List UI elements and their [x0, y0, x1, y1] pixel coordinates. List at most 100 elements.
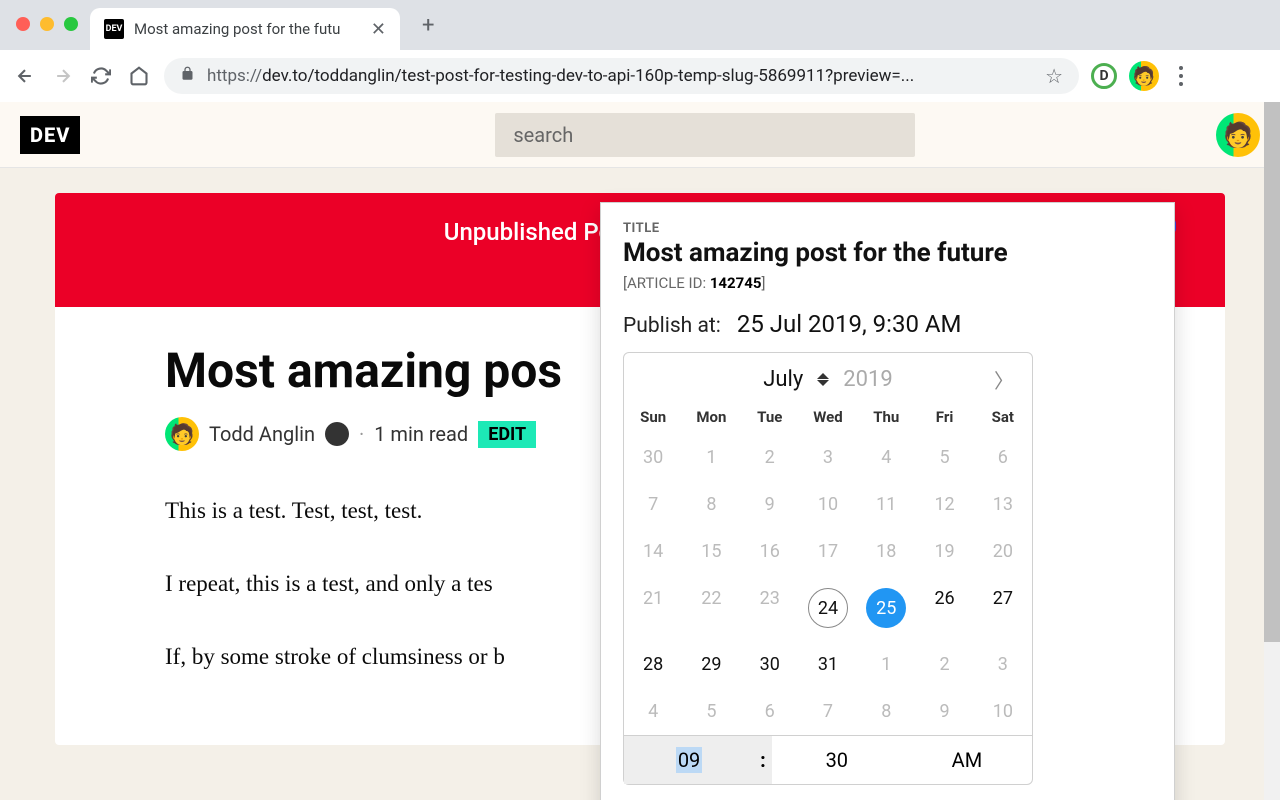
search-input[interactable]: search	[495, 113, 915, 157]
calendar-day[interactable]: 2	[741, 434, 799, 481]
calendar-day[interactable]: 29	[682, 641, 740, 688]
calendar-day[interactable]: 19	[915, 528, 973, 575]
extension-icon[interactable]: D	[1091, 63, 1117, 89]
calendar-day[interactable]: 1	[857, 641, 915, 688]
forward-button[interactable]	[50, 63, 76, 89]
dev-logo[interactable]: DEV	[20, 116, 80, 154]
calendar-dow: Sat	[974, 400, 1032, 434]
calendar-day[interactable]: 10	[799, 481, 857, 528]
calendar-day[interactable]: 24	[799, 575, 857, 641]
reload-button[interactable]	[88, 63, 114, 89]
calendar-day[interactable]: 15	[682, 528, 740, 575]
address-bar[interactable]: https://dev.to/toddanglin/test-post-for-…	[164, 58, 1079, 94]
calendar-day[interactable]: 4	[624, 688, 682, 735]
calendar-header: July 2019 〉	[624, 353, 1032, 400]
calendar-dow: Fri	[915, 400, 973, 434]
popup-title-label: TITLE	[623, 221, 1152, 236]
calendar-day[interactable]: 5	[682, 688, 740, 735]
calendar-day[interactable]: 11	[857, 481, 915, 528]
site-header: DEV search 🧑	[0, 102, 1280, 168]
calendar-dow: Mon	[682, 400, 740, 434]
time-picker: 09 : 30 AM	[624, 735, 1032, 784]
browser-menu-button[interactable]	[1171, 66, 1191, 86]
calendar-day[interactable]: 26	[915, 575, 973, 641]
calendar-day[interactable]: 16	[741, 528, 799, 575]
popup-title: Most amazing post for the future	[623, 238, 1152, 268]
calendar-day[interactable]: 18	[857, 528, 915, 575]
calendar-day[interactable]: 31	[799, 641, 857, 688]
calendar-day[interactable]: 9	[915, 688, 973, 735]
minimize-window-button[interactable]	[40, 17, 54, 31]
calendar-day[interactable]: 21	[624, 575, 682, 641]
calendar-day[interactable]: 2	[915, 641, 973, 688]
calendar-month[interactable]: July	[763, 367, 803, 392]
calendar-day[interactable]: 4	[857, 434, 915, 481]
calendar-day[interactable]: 3	[974, 641, 1032, 688]
browser-tab[interactable]: DEV Most amazing post for the futu ✕	[90, 8, 400, 50]
separator: ·	[359, 422, 364, 446]
close-window-button[interactable]	[16, 17, 30, 31]
calendar-day[interactable]: 3	[799, 434, 857, 481]
calendar-year[interactable]: 2019	[843, 367, 892, 392]
github-icon[interactable]	[325, 422, 349, 446]
lock-icon	[180, 66, 195, 86]
tab-bar: DEV Most amazing post for the futu ✕ +	[0, 0, 1280, 50]
back-button[interactable]	[12, 63, 38, 89]
tab-title: Most amazing post for the futu	[134, 20, 361, 38]
maximize-window-button[interactable]	[64, 17, 78, 31]
calendar-day[interactable]: 12	[915, 481, 973, 528]
calendar-day[interactable]: 30	[624, 434, 682, 481]
browser-toolbar: https://dev.to/toddanglin/test-post-for-…	[0, 50, 1280, 102]
calendar-dow: Wed	[799, 400, 857, 434]
article-id: [ARTICLE ID: 142745]	[623, 274, 1152, 292]
publish-row: Publish at: 25 Jul 2019, 9:30 AM	[623, 310, 1152, 338]
calendar-day[interactable]: 1	[682, 434, 740, 481]
date-picker: July 2019 〉 SunMonTueWedThuFriSat3012345…	[623, 352, 1033, 785]
calendar-day[interactable]: 8	[857, 688, 915, 735]
calendar-day[interactable]: 25	[857, 575, 915, 641]
favicon: DEV	[104, 19, 124, 39]
scrollbar-thumb[interactable]	[1264, 102, 1280, 642]
close-tab-button[interactable]: ✕	[371, 19, 386, 40]
calendar-day[interactable]: 30	[741, 641, 799, 688]
calendar-grid: SunMonTueWedThuFriSat3012345678910111213…	[624, 400, 1032, 735]
url-text: https://dev.to/toddanglin/test-post-for-…	[207, 66, 1033, 86]
calendar-day[interactable]: 23	[741, 575, 799, 641]
author-name[interactable]: Todd Anglin	[209, 422, 315, 446]
home-button[interactable]	[126, 63, 152, 89]
calendar-day[interactable]: 9	[741, 481, 799, 528]
calendar-day[interactable]: 8	[682, 481, 740, 528]
calendar-day[interactable]: 5	[915, 434, 973, 481]
calendar-day[interactable]: 7	[624, 481, 682, 528]
calendar-day[interactable]: 13	[974, 481, 1032, 528]
calendar-day[interactable]: 7	[799, 688, 857, 735]
calendar-day[interactable]: 20	[974, 528, 1032, 575]
calendar-dow: Thu	[857, 400, 915, 434]
month-spinner-icon[interactable]	[817, 373, 829, 386]
calendar-day[interactable]: 22	[682, 575, 740, 641]
scrollbar[interactable]	[1264, 102, 1280, 800]
page-content: DEV search 🧑 4 Unpublished Post. This UR…	[0, 102, 1280, 800]
edit-button[interactable]: EDIT	[478, 421, 536, 448]
minute-input[interactable]: 30	[772, 736, 902, 784]
bookmark-star-icon[interactable]: ☆	[1045, 64, 1063, 88]
author-avatar[interactable]: 🧑	[165, 417, 199, 451]
calendar-dow: Sun	[624, 400, 682, 434]
ampm-toggle[interactable]: AM	[902, 736, 1032, 784]
calendar-day[interactable]: 6	[741, 688, 799, 735]
extension-popup: TITLE Most amazing post for the future […	[600, 202, 1175, 800]
calendar-day[interactable]: 14	[624, 528, 682, 575]
calendar-day[interactable]: 6	[974, 434, 1032, 481]
profile-avatar[interactable]: 🧑	[1129, 61, 1159, 91]
read-time: 1 min read	[374, 422, 468, 446]
calendar-day[interactable]: 17	[799, 528, 857, 575]
browser-chrome: DEV Most amazing post for the futu ✕ + h…	[0, 0, 1280, 102]
calendar-day[interactable]: 28	[624, 641, 682, 688]
hour-input[interactable]: 09	[624, 736, 754, 784]
new-tab-button[interactable]: +	[422, 13, 434, 38]
calendar-dow: Tue	[741, 400, 799, 434]
calendar-day[interactable]: 10	[974, 688, 1032, 735]
calendar-day[interactable]: 27	[974, 575, 1032, 641]
user-avatar[interactable]: 🧑	[1216, 113, 1260, 157]
next-month-button[interactable]: 〉	[994, 365, 1014, 394]
